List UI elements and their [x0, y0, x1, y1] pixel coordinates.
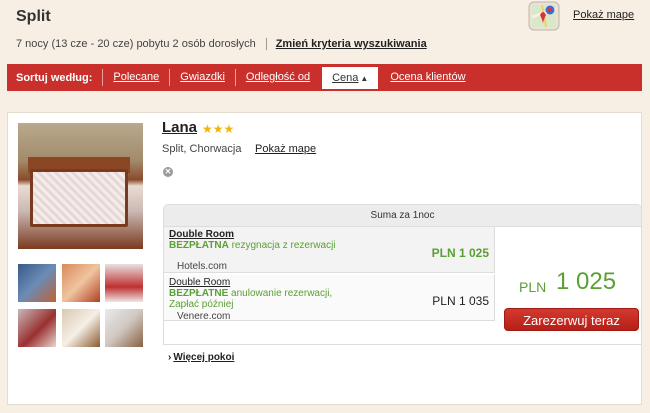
close-icon[interactable]: ✕ — [163, 167, 173, 177]
stay-summary: 7 nocy (13 cze - 20 cze) pobytu 2 osób d… — [16, 38, 256, 50]
hotel-card: Lana ★★★ Split, Chorwacja Pokaż mape ✕ S… — [7, 112, 642, 405]
sort-price[interactable]: Cena ▲ — [322, 66, 379, 89]
show-map-link[interactable]: Pokaż mape — [573, 9, 634, 21]
offer-row[interactable]: Double Room BEZPŁATNE anulowanie rezerwa… — [164, 275, 495, 322]
room-type-link[interactable]: Double Room — [169, 277, 230, 288]
sort-asc-icon: ▲ — [360, 73, 369, 83]
hotel-thumbnail[interactable] — [105, 309, 143, 347]
offer-note-highlight: BEZPŁATNA — [169, 240, 229, 251]
offer-price: PLN 1 035 — [432, 294, 489, 308]
best-price-currency: PLN — [519, 279, 547, 295]
bed-image — [30, 169, 128, 227]
more-rooms-link[interactable]: › Więcej pokoi — [168, 352, 234, 363]
price-table-header: Suma za 1noc — [164, 205, 641, 227]
hotel-thumbnail[interactable] — [18, 309, 56, 347]
offer-note: BEZPŁATNA rezygnacja z rezerwacji — [169, 240, 349, 251]
sort-distance[interactable]: Odległość od — [234, 69, 320, 86]
best-price-value: 1 025 — [556, 268, 617, 295]
hotel-thumbnail[interactable] — [62, 309, 100, 347]
offer-note: BEZPŁATNE anulowanie rezerwacji, Zapłać … — [169, 288, 349, 310]
hotel-thumbnail[interactable] — [105, 264, 143, 302]
map-icon[interactable] — [528, 1, 560, 31]
chevron-right-icon: › — [168, 352, 172, 363]
hotel-thumbnail[interactable] — [18, 264, 56, 302]
offer-provider: Venere.com — [177, 311, 231, 322]
sort-rating[interactable]: Ocena klientów — [380, 69, 475, 86]
star-rating: ★★★ — [202, 122, 235, 136]
room-type-link[interactable]: Double Room — [169, 229, 234, 240]
hotel-location: Split, Chorwacja — [162, 143, 242, 155]
price-comparison-table: Suma za 1noc Double Room BEZPŁATNA rezyg… — [163, 204, 642, 345]
offer-price: PLN 1 025 — [431, 246, 489, 260]
offer-provider: Hotels.com — [177, 261, 228, 272]
hotel-thumbnail[interactable] — [62, 264, 100, 302]
sort-stars[interactable]: Gwiazdki — [169, 69, 235, 86]
divider — [265, 38, 267, 50]
sort-bar: Sortuj według: Polecane Gwiazdki Odległo… — [7, 64, 642, 91]
change-criteria-link[interactable]: Zmień kryteria wyszukiwania — [276, 38, 427, 50]
hotel-map-link[interactable]: Pokaż mape — [255, 143, 316, 155]
search-summary: 7 nocy (13 cze - 20 cze) pobytu 2 osób d… — [16, 38, 427, 50]
offer-note-highlight: BEZPŁATNE — [169, 288, 229, 299]
sort-label: Sortuj według: — [16, 71, 93, 84]
offer-row[interactable]: Double Room BEZPŁATNA rezygnacja z rezer… — [164, 227, 495, 273]
page-title: Split — [16, 8, 51, 25]
more-rooms-label: Więcej pokoi — [173, 352, 235, 363]
hotel-name-link[interactable]: Lana — [162, 119, 197, 136]
sort-price-label: Cena — [332, 71, 359, 84]
book-now-button[interactable]: Zarezerwuj teraz — [504, 308, 639, 331]
offer-note-text: rezygnacja z rezerwacji — [228, 240, 336, 251]
sort-recommended[interactable]: Polecane — [102, 69, 169, 86]
hotel-main-photo[interactable] — [18, 123, 143, 249]
